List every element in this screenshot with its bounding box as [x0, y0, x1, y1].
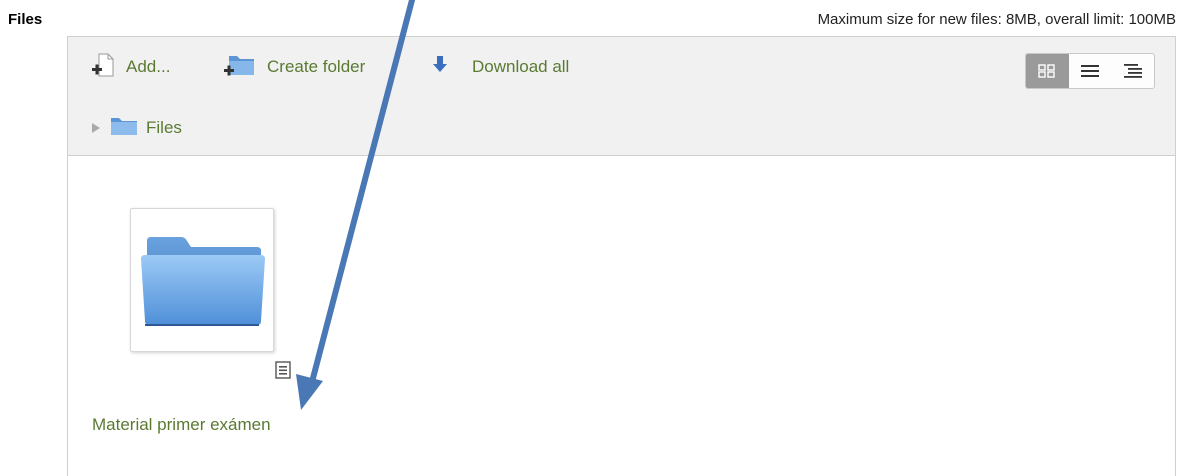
- expand-arrow-icon[interactable]: [92, 123, 100, 133]
- tree-list-icon: [1123, 64, 1142, 78]
- size-limit-text: Maximum size for new files: 8MB, overall…: [817, 11, 1176, 28]
- icon-view-button[interactable]: [1026, 54, 1069, 88]
- grid-icon: [1038, 64, 1056, 78]
- create-folder-button[interactable]: Create folder: [223, 49, 365, 85]
- file-details-icon[interactable]: [275, 361, 291, 384]
- list-view-button[interactable]: [1069, 54, 1112, 88]
- create-folder-label: Create folder: [267, 57, 366, 76]
- add-file-icon: [90, 52, 116, 83]
- add-file-button[interactable]: Add...: [90, 49, 170, 85]
- breadcrumb: Files: [68, 101, 1175, 156]
- large-folder-icon: [141, 237, 265, 326]
- download-all-label: Download all: [472, 57, 570, 76]
- list-icon: [1081, 65, 1099, 77]
- folder-thumbnail[interactable]: [130, 208, 274, 352]
- folder-name-link[interactable]: Material primer exámen: [92, 415, 271, 435]
- download-all-button[interactable]: Download all: [432, 49, 569, 85]
- files-label: Files: [8, 11, 43, 28]
- breadcrumb-files[interactable]: Files: [146, 118, 182, 138]
- view-mode-toggle: [1025, 53, 1155, 89]
- folder-icon: [110, 115, 138, 142]
- tree-view-button[interactable]: [1111, 54, 1154, 88]
- file-manager: Add... Create folder Download all Files …: [67, 36, 1176, 476]
- create-folder-icon: [223, 51, 257, 84]
- toolbar: Add... Create folder Download all: [68, 37, 1175, 102]
- download-icon: [432, 55, 448, 80]
- add-file-label: Add...: [126, 57, 171, 76]
